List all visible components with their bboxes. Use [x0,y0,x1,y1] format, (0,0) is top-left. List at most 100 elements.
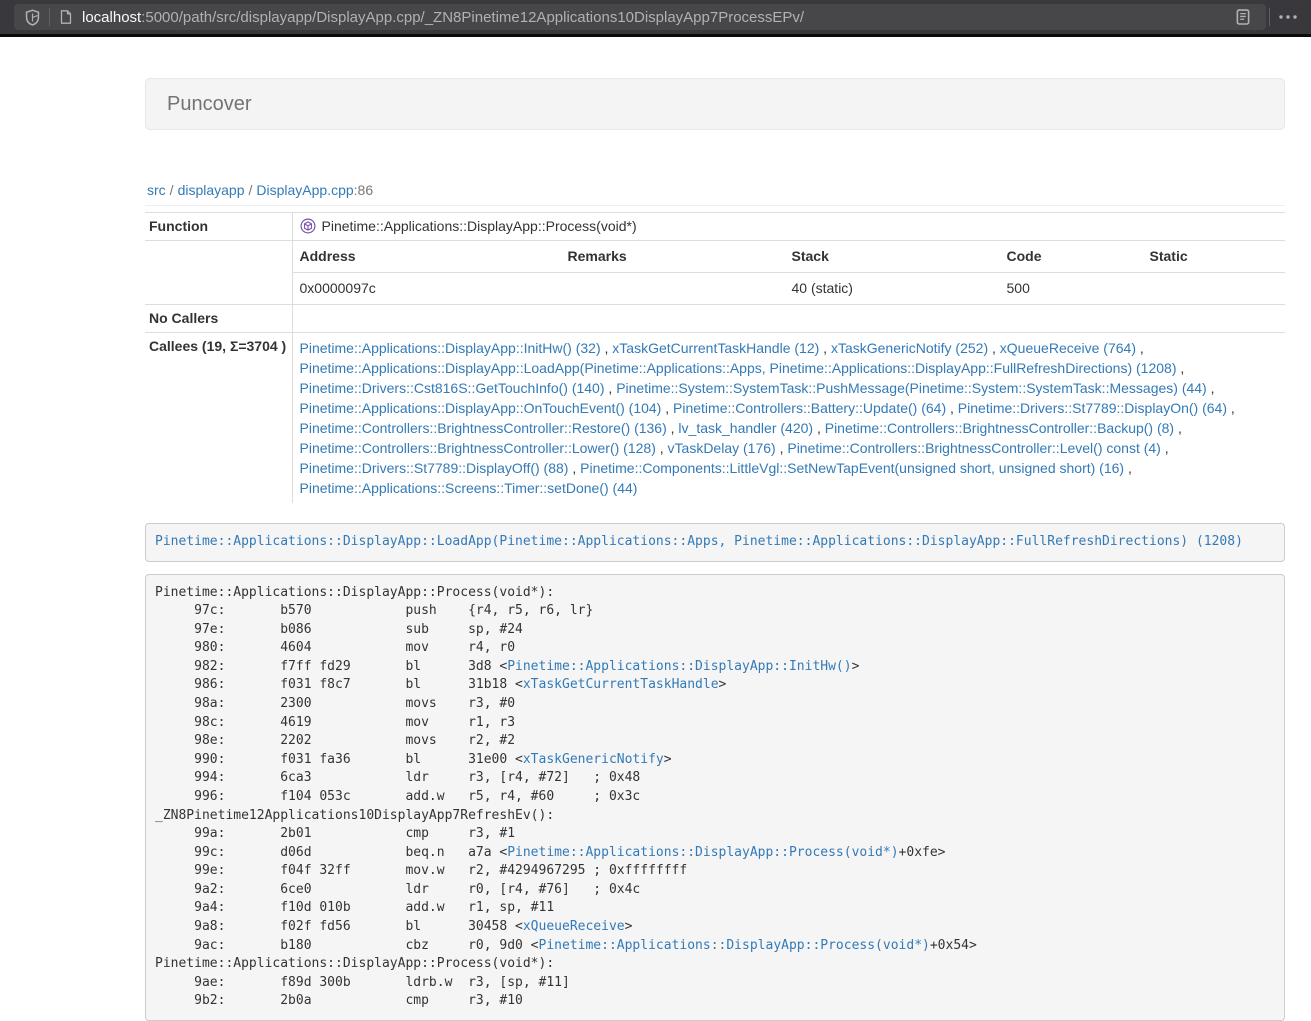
assembly-symbol-link[interactable]: Pinetime::Applications::DisplayApp::Proc… [539,938,930,953]
assembly-text: 986: f031 f8c7 bl 31b18 < [155,677,523,692]
stack-value: 40 (static) [785,273,1000,305]
no-callers-row: No Callers [145,305,1285,333]
callee-link[interactable]: Pinetime::Drivers::Cst816S::GetTouchInfo… [300,380,605,396]
callee-link[interactable]: Pinetime::System::SystemTask::PushMessag… [616,380,1207,396]
callee-link[interactable]: Pinetime::Drivers::St7789::DisplayOff() … [300,460,569,476]
breadcrumb-file[interactable]: DisplayApp.cpp [256,182,353,198]
details-data-row: 0x0000097c 40 (static) 500 [293,273,1286,305]
no-callers-cell [292,305,1285,333]
page-icon [58,9,74,25]
callee-link[interactable]: Pinetime::Applications::DisplayApp::Load… [300,360,1177,376]
assembly-text: 980: 4604 mov r4, r0 [155,640,515,655]
assembly-text: Pinetime::Applications::DisplayApp::Proc… [155,956,554,971]
callee-separator: , [1124,460,1132,476]
callee-link[interactable]: Pinetime::Applications::DisplayApp::OnTo… [300,400,662,416]
callee-link[interactable]: Pinetime::Drivers::St7789::DisplayOn() (… [958,400,1227,416]
shield-icon[interactable] [24,9,41,26]
column-code: Code [1000,241,1143,273]
url-bar[interactable]: localhost:5000/path/src/displayapp/Displ… [14,4,1266,30]
symbol-table: Function Pinetime::Applications::Display… [145,212,1285,503]
breadcrumb-separator: / [170,182,174,198]
callee-link[interactable]: Pinetime::Components::LittleVgl::SetNewT… [580,460,1124,476]
assembly-text: > [625,919,633,934]
function-row: Function Pinetime::Applications::Display… [145,213,1285,241]
callee-separator: , [1174,420,1182,436]
details-table: Address Remarks Stack Code Static 0x0000… [293,241,1286,304]
callee-link[interactable]: Pinetime::Controllers::BrightnessControl… [787,440,1160,456]
column-remarks: Remarks [561,241,785,273]
callee-link[interactable]: Pinetime::Controllers::Battery::Update()… [673,400,946,416]
toolbar-divider-right [1269,8,1270,26]
assembly-text: > [664,752,672,767]
callee-separator: , [1227,400,1235,416]
callee-separator: , [605,380,617,396]
details-row: Address Remarks Stack Code Static 0x0000… [145,241,1285,305]
assembly-text: 98c: 4619 mov r1, r3 [155,715,515,730]
function-name: Pinetime::Applications::DisplayApp::Proc… [322,218,637,234]
callee-link[interactable]: Pinetime::Applications::Screens::Timer::… [300,480,638,496]
address-value: 0x0000097c [293,273,561,305]
column-static: Static [1143,241,1286,273]
callee-separator: , [813,420,825,436]
callee-separator: , [661,400,673,416]
assembly-text: 9ac: b180 cbz r0, 9d0 < [155,938,539,953]
reader-mode-icon[interactable] [1234,8,1252,26]
breadcrumb-src[interactable]: src [147,182,166,198]
callee-link[interactable]: lv_task_handler (420) [678,420,813,436]
callee-separator: , [656,440,668,456]
breadcrumb-separator: / [249,182,253,198]
callee-link[interactable]: Pinetime::Controllers::BrightnessControl… [825,420,1174,436]
toolbar-divider [49,8,50,26]
breadcrumb: src/displayapp/DisplayApp.cpp:86 [145,182,1285,198]
callee-link[interactable]: vTaskDelay (176) [668,440,776,456]
assembly-text: +0x54> [930,938,977,953]
divider [145,205,1285,206]
assembly-text: 9a8: f02f fd56 bl 30458 < [155,919,523,934]
assembly-text: 996: f104 053c add.w r5, r4, #60 ; 0x3c [155,789,640,804]
assembly-symbol-link[interactable]: xTaskGenericNotify [523,752,664,767]
assembly-text: 9ae: f89d 300b ldrb.w r3, [sp, #11] [155,975,570,990]
highlighted-symbol-link[interactable]: Pinetime::Applications::DisplayApp::Load… [155,534,1243,549]
callee-separator: , [667,420,679,436]
assembly-text: Pinetime::Applications::DisplayApp::Proc… [155,585,554,600]
page-container: Puncover src/displayapp/DisplayApp.cpp:8… [145,78,1285,1021]
callee-separator: , [1136,340,1144,356]
callee-link[interactable]: xTaskGetCurrentTaskHandle (12) [612,340,819,356]
assembly-code: Pinetime::Applications::DisplayApp::Proc… [145,574,1285,1021]
callee-link[interactable]: xTaskGenericNotify (252) [831,340,988,356]
no-callers-label: No Callers [145,305,292,333]
assembly-symbol-link[interactable]: xQueueReceive [523,919,625,934]
browser-toolbar: localhost:5000/path/src/displayapp/Displ… [0,0,1311,34]
breadcrumb-line-number: :86 [354,182,373,198]
column-address: Address [293,241,561,273]
assembly-symbol-link[interactable]: xTaskGetCurrentTaskHandle [523,677,719,692]
callee-link[interactable]: Pinetime::Applications::DisplayApp::Init… [300,340,601,356]
callee-link[interactable]: Pinetime::Controllers::BrightnessControl… [300,420,667,436]
assembly-symbol-link[interactable]: Pinetime::Applications::DisplayApp::Proc… [507,845,898,860]
assembly-text: +0xfe> [899,845,946,860]
callee-link[interactable]: xQueueReceive (764) [1000,340,1136,356]
assembly-text: 982: f7ff fd29 bl 3d8 < [155,659,507,674]
breadcrumb-displayapp[interactable]: displayapp [178,182,245,198]
assembly-text: 99a: 2b01 cmp r3, #1 [155,826,515,841]
assembly-text: 97c: b570 push {r4, r5, r6, lr} [155,603,593,618]
assembly-text: > [852,659,860,674]
details-header-row: Address Remarks Stack Code Static [293,241,1286,273]
url-path: :5000/path/src/displayapp/DisplayApp.cpp… [141,9,804,26]
assembly-text: 9a2: 6ce0 ldr r0, [r4, #76] ; 0x4c [155,882,640,897]
assembly-symbol-link[interactable]: Pinetime::Applications::DisplayApp::Init… [507,659,851,674]
column-stack: Stack [785,241,1000,273]
menu-icon[interactable] [1277,9,1299,25]
function-label: Function [145,213,292,241]
assembly-text: _ZN8Pinetime12Applications10DisplayApp7R… [155,808,554,823]
assembly-text: 9a4: f10d 010b add.w r1, sp, #11 [155,900,554,915]
code-value: 500 [1000,273,1143,305]
callee-separator: , [988,340,1000,356]
callee-link[interactable]: Pinetime::Controllers::BrightnessControl… [300,440,656,456]
callee-separator: , [819,340,831,356]
assembly-text: 994: 6ca3 ldr r3, [r4, #72] ; 0x48 [155,770,640,785]
callees-row: Callees (19, Σ=3704 ) Pinetime::Applicat… [145,333,1285,504]
url-text: localhost:5000/path/src/displayapp/Displ… [82,9,1234,26]
app-header: Puncover [145,78,1285,130]
callee-separator: , [776,440,788,456]
